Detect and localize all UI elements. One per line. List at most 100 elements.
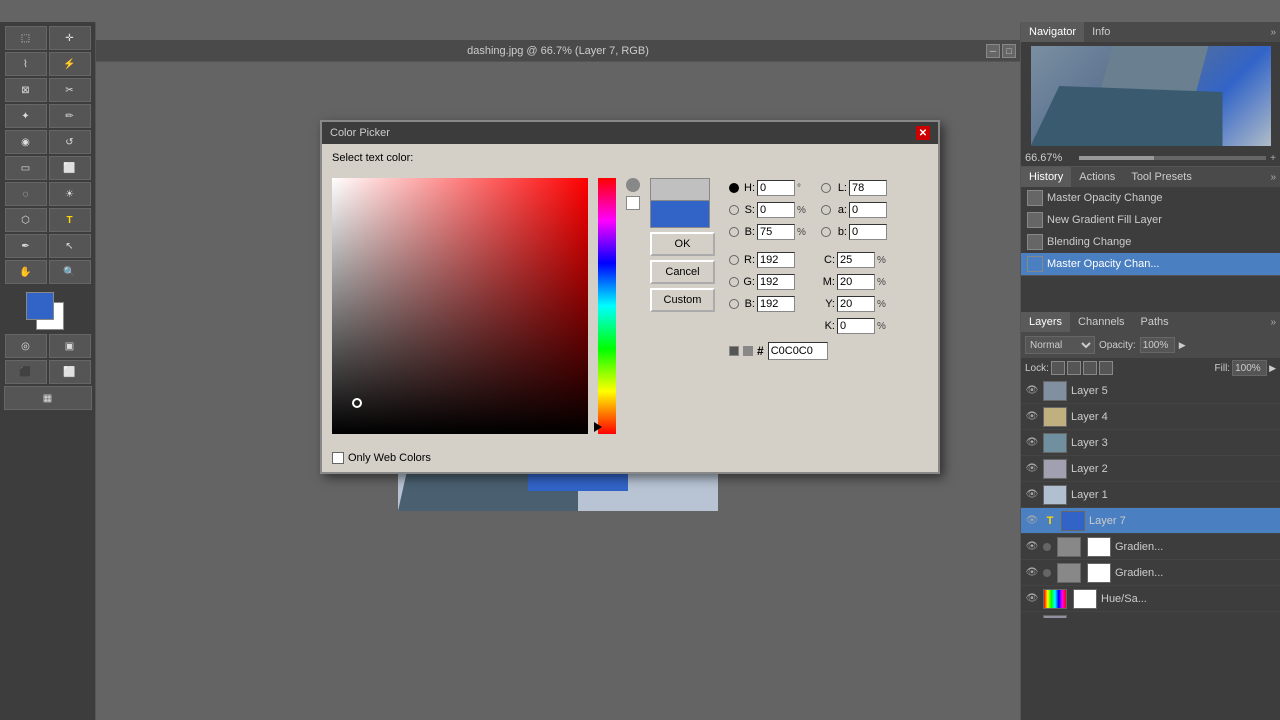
tab-channels[interactable]: Channels <box>1070 312 1132 332</box>
tool-screen2[interactable]: ▦ <box>4 386 92 410</box>
tool-magic[interactable]: ⚡ <box>49 52 91 76</box>
window-restore[interactable]: □ <box>1002 44 1016 58</box>
k-input[interactable] <box>837 318 875 334</box>
layer-eye-grad1[interactable]: 👁 <box>1025 540 1039 554</box>
tool-slice[interactable]: ✂ <box>49 78 91 102</box>
layer-eye-2[interactable]: 👁 <box>1025 462 1039 476</box>
history-item-2[interactable]: Blending Change <box>1021 231 1280 253</box>
tool-heal[interactable]: ✦ <box>5 104 47 128</box>
blue-radio[interactable] <box>729 299 739 309</box>
tool-marquee[interactable]: ⬚ <box>5 26 47 50</box>
g-input[interactable] <box>757 274 795 290</box>
a-radio[interactable] <box>821 205 831 215</box>
layer-eye-3[interactable]: 👁 <box>1025 436 1039 450</box>
tab-paths[interactable]: Paths <box>1133 312 1177 332</box>
tab-info[interactable]: Info <box>1084 22 1118 42</box>
history-item-3[interactable]: Master Opacity Chan... <box>1021 253 1280 275</box>
history-expand[interactable]: » <box>1200 167 1280 187</box>
layer-item-5[interactable]: 👁 Layer 5 <box>1021 378 1280 404</box>
blue-input[interactable] <box>757 296 795 312</box>
sat-input[interactable] <box>757 202 795 218</box>
brightness-radio[interactable] <box>729 227 739 237</box>
c-input[interactable] <box>837 252 875 268</box>
fill-input[interactable] <box>1232 360 1267 376</box>
tool-view1[interactable]: ⬛ <box>5 360 47 384</box>
tool-text[interactable]: T <box>49 208 91 232</box>
tool-pen[interactable]: ✒ <box>5 234 47 258</box>
dialog-close-button[interactable]: ✕ <box>916 126 930 140</box>
hue-radio[interactable] <box>729 183 739 193</box>
lock-transparent-icon[interactable] <box>1051 361 1065 375</box>
panel-expand[interactable]: » <box>1118 22 1280 42</box>
tool-stamp[interactable]: ◉ <box>5 130 47 154</box>
layer-item-7[interactable]: 👁 T Layer 7 <box>1021 508 1280 534</box>
tab-navigator[interactable]: Navigator <box>1021 22 1084 42</box>
layer-item-1[interactable]: 👁 Layer 1 <box>1021 482 1280 508</box>
hue-spectrum-bar[interactable] <box>598 178 616 434</box>
tool-paint[interactable]: ⬜ <box>49 156 91 180</box>
ok-button[interactable]: OK <box>650 232 715 256</box>
layer-item-3[interactable]: 👁 Layer 3 <box>1021 430 1280 456</box>
tab-layers[interactable]: Layers <box>1021 312 1070 332</box>
tab-tool-presets[interactable]: Tool Presets <box>1123 167 1200 187</box>
layer-eye-grad2[interactable]: 👁 <box>1025 566 1039 580</box>
blend-mode-select[interactable]: Normal <box>1025 336 1095 354</box>
sat-radio[interactable] <box>729 205 739 215</box>
tool-eraser[interactable]: ▭ <box>5 156 47 180</box>
layer-eye-hue[interactable]: 👁 <box>1025 592 1039 606</box>
m-input[interactable] <box>837 274 875 290</box>
tool-quick-mask[interactable]: ◎ <box>5 334 47 358</box>
layer-item-hue[interactable]: 👁 Hue/Sa... <box>1021 586 1280 612</box>
history-item-0[interactable]: Master Opacity Change <box>1021 187 1280 209</box>
layer-item-grad2[interactable]: 👁 Gradien... <box>1021 560 1280 586</box>
tool-zoom[interactable]: 🔍 <box>49 260 91 284</box>
layer-eye-7[interactable]: 👁 <box>1025 514 1039 528</box>
hue-input[interactable] <box>757 180 795 196</box>
custom-button[interactable]: Custom <box>650 288 715 312</box>
l-input[interactable] <box>849 180 887 196</box>
layer-item-4[interactable]: 👁 Layer 4 <box>1021 404 1280 430</box>
r-input[interactable] <box>757 252 795 268</box>
layer-item-2[interactable]: 👁 Layer 2 <box>1021 456 1280 482</box>
a-input[interactable] <box>849 202 887 218</box>
tool-hand[interactable]: ✋ <box>5 260 47 284</box>
tool-brush[interactable]: ✏ <box>49 104 91 128</box>
tool-move[interactable]: ✛ <box>49 26 91 50</box>
web-colors-checkbox[interactable] <box>332 452 344 464</box>
tool-history-brush[interactable]: ↺ <box>49 130 91 154</box>
color-gradient-picker[interactable] <box>332 178 588 434</box>
layer-eye-1[interactable]: 👁 <box>1025 488 1039 502</box>
cancel-button[interactable]: Cancel <box>650 260 715 284</box>
color-web-safe-icon[interactable] <box>626 196 640 210</box>
g-radio[interactable] <box>729 277 739 287</box>
tab-actions[interactable]: Actions <box>1071 167 1123 187</box>
brightness-input[interactable] <box>757 224 795 240</box>
r-radio[interactable] <box>729 255 739 265</box>
b3-radio[interactable] <box>821 227 831 237</box>
layer-eye-4[interactable]: 👁 <box>1025 410 1039 424</box>
lock-all-icon[interactable] <box>1099 361 1113 375</box>
window-minimize[interactable]: ─ <box>986 44 1000 58</box>
tool-view2[interactable]: ⬜ <box>49 360 91 384</box>
layers-expand[interactable]: » <box>1177 312 1280 332</box>
y-input[interactable] <box>837 296 875 312</box>
l-radio[interactable] <box>821 183 831 193</box>
layer-eye-5[interactable]: 👁 <box>1025 384 1039 398</box>
lock-image-icon[interactable] <box>1067 361 1081 375</box>
history-item-1[interactable]: New Gradient Fill Layer <box>1021 209 1280 231</box>
tool-direct[interactable]: ↖ <box>49 234 91 258</box>
tool-screen[interactable]: ▣ <box>49 334 91 358</box>
lock-position-icon[interactable] <box>1083 361 1097 375</box>
zoom-slider[interactable] <box>1079 156 1266 160</box>
layer-item-6[interactable]: 👁 Layer 6 <box>1021 612 1280 618</box>
fg-color-swatch[interactable] <box>26 292 54 320</box>
b3-input[interactable] <box>849 224 887 240</box>
tool-dodge[interactable]: ☀ <box>49 182 91 206</box>
tab-history[interactable]: History <box>1021 167 1071 187</box>
color-warning-icon[interactable] <box>626 178 640 192</box>
opacity-input[interactable] <box>1140 337 1175 353</box>
layer-eye-6[interactable]: 👁 <box>1025 618 1039 619</box>
tool-blur[interactable]: ◌ <box>5 182 47 206</box>
layer-item-grad1[interactable]: 👁 Gradien... <box>1021 534 1280 560</box>
tool-crop[interactable]: ⊠ <box>5 78 47 102</box>
